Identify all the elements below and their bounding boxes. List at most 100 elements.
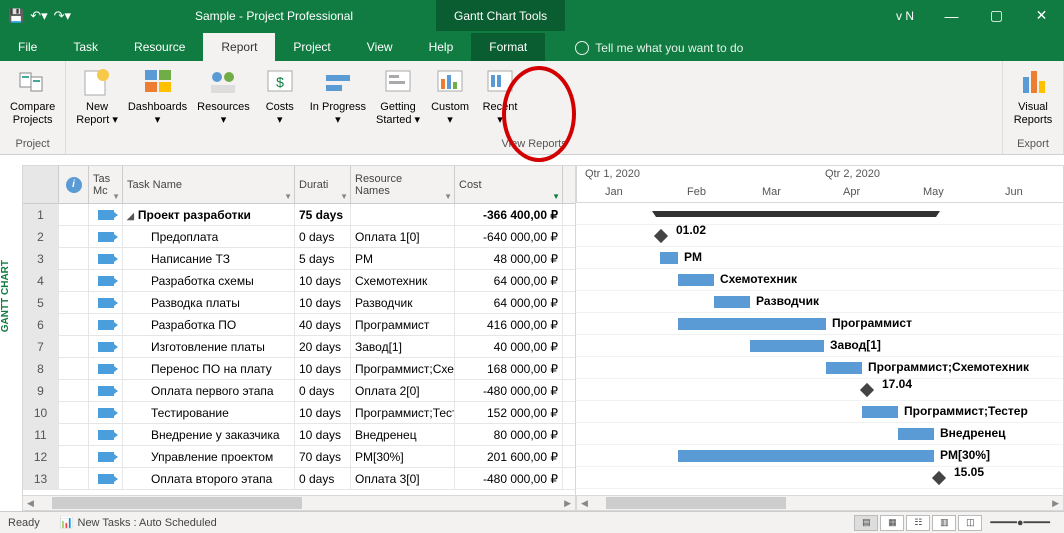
cell-task-name[interactable]: Перенос ПО на плату [123,358,295,379]
tab-report[interactable]: Report [203,33,275,61]
cell-info[interactable] [59,292,89,313]
cell-task-mode[interactable] [89,424,123,445]
tab-format[interactable]: Format [471,33,545,61]
cell-info[interactable] [59,270,89,291]
view-report-icon[interactable]: ◫ [958,515,982,531]
row-number[interactable]: 12 [23,446,59,467]
table-row[interactable]: 12 Управление проектом70 daysPM[30%]201 6… [23,446,575,468]
grid-scrollbar[interactable]: ◀▶ [22,495,576,511]
table-row[interactable]: 6Разработка ПО40 daysПрограммист416 000,… [23,314,575,336]
cell-resource[interactable] [351,204,455,225]
cell-info[interactable] [59,358,89,379]
cell-task-mode[interactable] [89,226,123,247]
milestone[interactable] [932,471,946,485]
cell-cost[interactable]: 80 000,00 ₽ [455,424,563,445]
cell-info[interactable] [59,380,89,401]
cell-task-name[interactable]: Внедрение у заказчика [123,424,295,445]
task-bar[interactable]: Программист;Схемотехник [826,362,862,374]
zoom-track[interactable]: ━━━━●━━━━ [990,516,1050,529]
row-number[interactable]: 13 [23,468,59,489]
compare-projects-button[interactable]: Compare Projects [6,65,59,128]
cell-duration[interactable]: 0 days [295,226,351,247]
cell-duration[interactable]: 10 days [295,424,351,445]
cell-cost[interactable]: -480 000,00 ₽ [455,468,563,489]
task-bar[interactable]: PM [660,252,678,264]
cell-info[interactable] [59,336,89,357]
cell-resource[interactable]: PM[30%] [351,446,455,467]
cell-duration[interactable]: 70 days [295,446,351,467]
task-bar[interactable]: Внедренец [898,428,934,440]
cell-cost[interactable]: 64 000,00 ₽ [455,292,563,313]
cell-task-name[interactable]: Тестирование [123,402,295,423]
table-row[interactable]: 9Оплата первого этапа0 daysОплата 2[0]-4… [23,380,575,402]
cell-resource[interactable]: PM [351,248,455,269]
tab-task[interactable]: Task [55,33,116,61]
task-bar[interactable]: Программист;Тестер [862,406,898,418]
cell-info[interactable] [59,424,89,445]
cell-task-mode[interactable] [89,314,123,335]
table-row[interactable]: 4Разработка схемы10 daysСхемотехник64 00… [23,270,575,292]
cell-cost[interactable]: 201 600,00 ₽ [455,446,563,467]
table-row[interactable]: 2Предоплата0 daysОплата 1[0]-640 000,00 … [23,226,575,248]
cell-task-name[interactable]: Управление проектом [123,446,295,467]
cell-duration[interactable]: 5 days [295,248,351,269]
timescale[interactable]: Qtr 1, 2020 Qtr 2, 2020 Jan Feb Mar Apr … [576,165,1064,203]
row-number[interactable]: 11 [23,424,59,445]
cell-duration[interactable]: 10 days [295,358,351,379]
cell-resource[interactable]: Программист;Схемотехник [351,358,455,379]
row-number[interactable]: 5 [23,292,59,313]
visual-reports-button[interactable]: Visual Reports [1009,65,1057,128]
task-bar[interactable]: Схемотехник [678,274,714,286]
view-team-planner-icon[interactable]: ☷ [906,515,930,531]
cell-task-name[interactable]: Проект разработки [123,204,295,225]
cell-task-name[interactable]: Разработка схемы [123,270,295,291]
cell-info[interactable] [59,402,89,423]
maximize-button[interactable]: ▢ [974,7,1019,24]
cell-task-mode[interactable] [89,292,123,313]
cell-cost[interactable]: 40 000,00 ₽ [455,336,563,357]
task-bar[interactable]: Завод[1] [750,340,824,352]
cell-task-mode[interactable] [89,248,123,269]
row-number[interactable]: 7 [23,336,59,357]
cell-duration[interactable]: 10 days [295,270,351,291]
row-number[interactable]: 8 [23,358,59,379]
cell-task-mode[interactable] [89,380,123,401]
header-duration[interactable]: Durati▼ [295,166,351,203]
cell-cost[interactable]: -640 000,00 ₽ [455,226,563,247]
cell-info[interactable] [59,226,89,247]
table-row[interactable]: 8 Перенос ПО на плату10 daysПрограммист;С… [23,358,575,380]
cell-task-name[interactable]: Оплата первого этапа [123,380,295,401]
cell-cost[interactable]: 168 000,00 ₽ [455,358,563,379]
cell-cost[interactable]: 48 000,00 ₽ [455,248,563,269]
in-progress-button[interactable]: In Progress ▾ [306,65,370,128]
gantt-scrollbar[interactable]: ◀▶ [576,495,1064,511]
row-number[interactable]: 6 [23,314,59,335]
status-new-tasks[interactable]: New Tasks : Auto Scheduled [78,517,217,529]
row-number[interactable]: 2 [23,226,59,247]
cell-task-name[interactable]: Написание ТЗ [123,248,295,269]
cell-cost[interactable]: 152 000,00 ₽ [455,402,563,423]
cell-duration[interactable]: 10 days [295,292,351,313]
cell-info[interactable] [59,314,89,335]
cell-duration[interactable]: 0 days [295,468,351,489]
table-row[interactable]: 3 Написание ТЗ5 daysPM48 000,00 ₽ [23,248,575,270]
tab-file[interactable]: File [0,33,55,61]
table-row[interactable]: 1Проект разработки75 days-366 400,00 ₽ [23,204,575,226]
cell-task-name[interactable]: Разработка ПО [123,314,295,335]
header-task-name[interactable]: Task Name▼ [123,166,295,203]
cell-duration[interactable]: 75 days [295,204,351,225]
gantt-chart[interactable]: 01.02 PM Схемотехник Разводчик Программи… [576,203,1064,503]
cell-task-name[interactable]: Предоплата [123,226,295,247]
table-row[interactable]: 7Изготовление платы20 daysЗавод[1]40 000… [23,336,575,358]
new-report-button[interactable]: New Report ▾ [72,65,122,128]
cell-task-mode[interactable] [89,446,123,467]
cell-task-mode[interactable] [89,402,123,423]
custom-button[interactable]: Custom ▾ [426,65,474,128]
row-number[interactable]: 3 [23,248,59,269]
summary-bar[interactable] [656,211,936,217]
header-info[interactable]: i [59,166,89,203]
header-task-mode[interactable]: Tas Mc▼ [89,166,123,203]
cell-task-mode[interactable] [89,358,123,379]
cell-resource[interactable]: Разводчик [351,292,455,313]
cell-resource[interactable]: Внедренец [351,424,455,445]
